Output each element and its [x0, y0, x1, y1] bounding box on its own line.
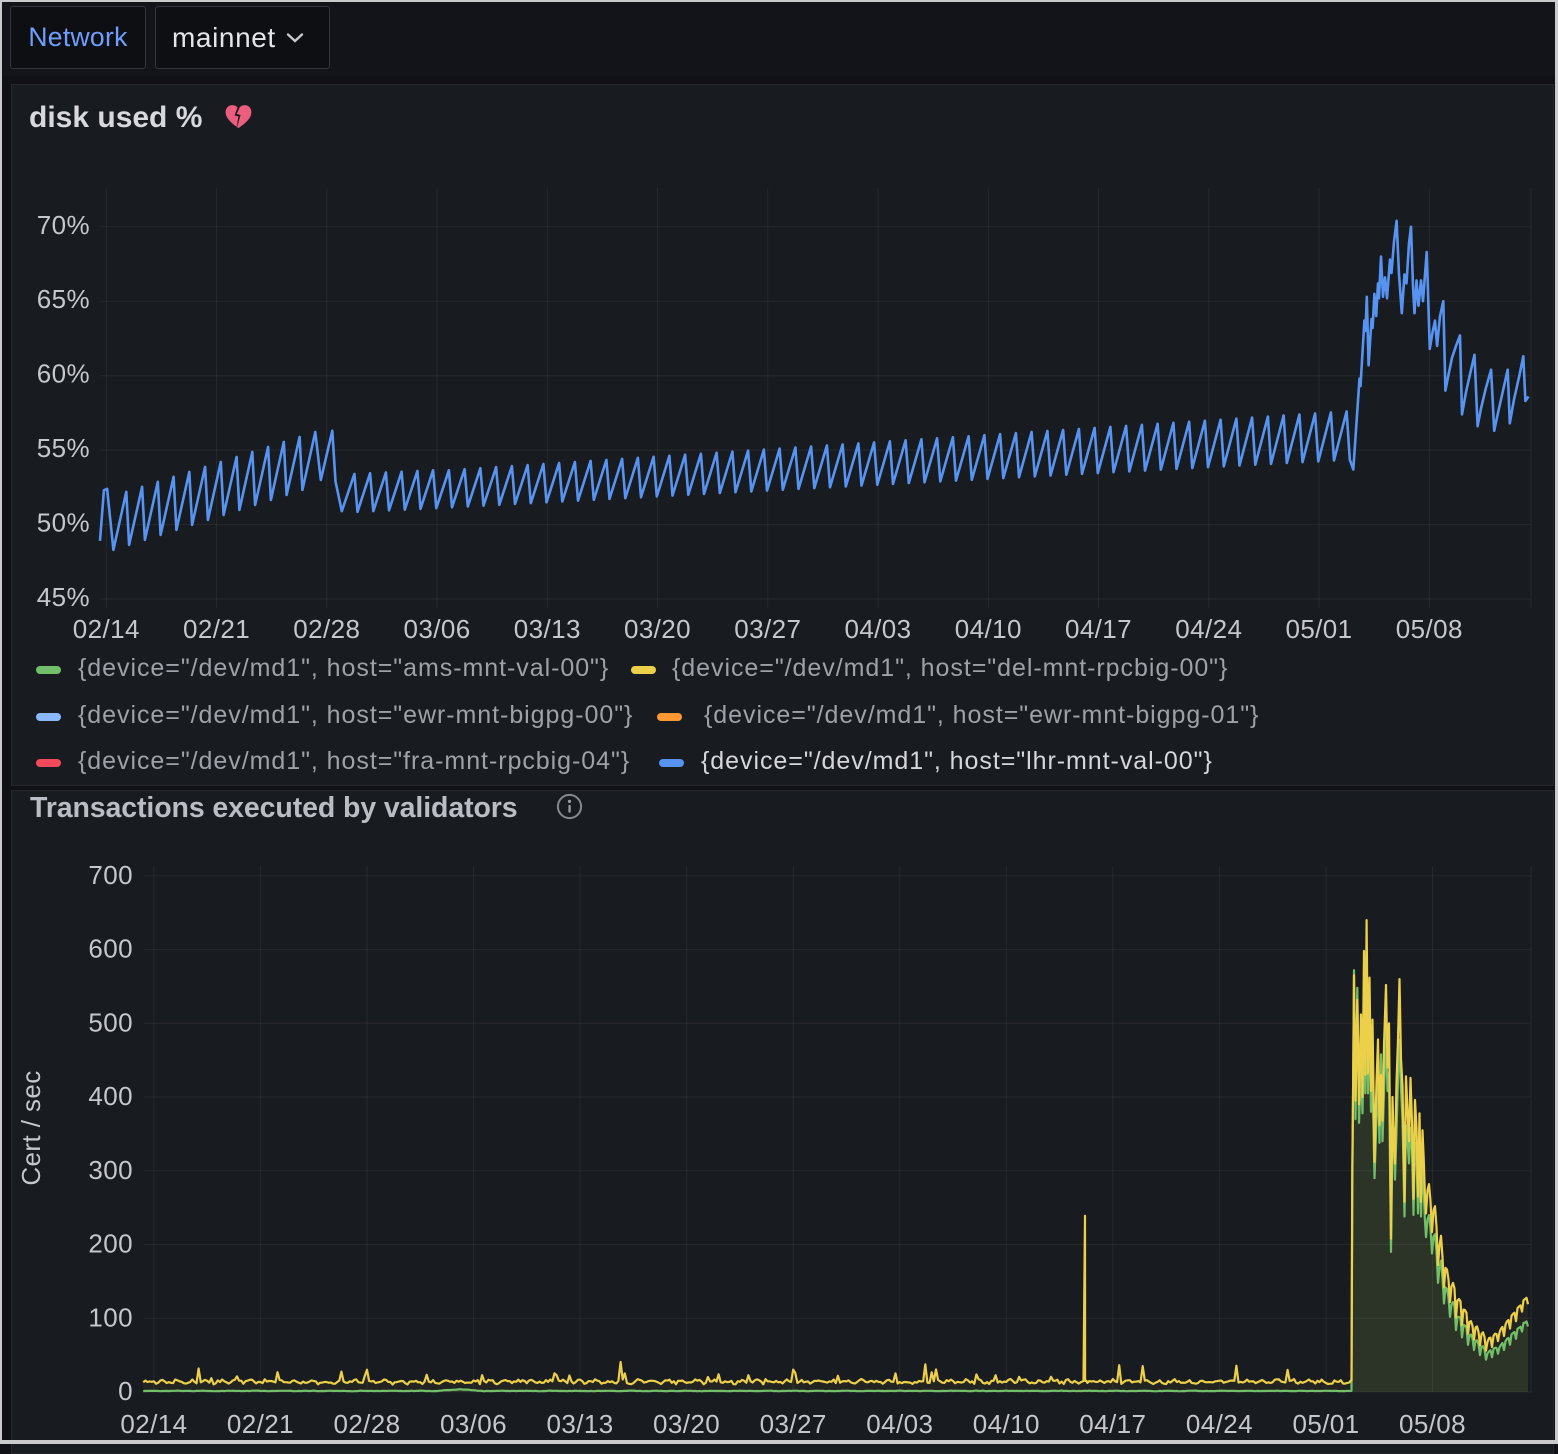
svg-text:04/03: 04/03: [844, 614, 911, 644]
svg-text:400: 400: [88, 1081, 133, 1111]
svg-text:03/20: 03/20: [624, 614, 691, 644]
svg-text:05/08: 05/08: [1396, 614, 1463, 644]
svg-text:02/28: 02/28: [293, 614, 360, 644]
svg-text:300: 300: [88, 1155, 133, 1185]
svg-text:700: 700: [88, 860, 133, 890]
svg-text:05/01: 05/01: [1292, 1409, 1359, 1439]
svg-text:0: 0: [118, 1376, 133, 1406]
svg-text:200: 200: [88, 1229, 133, 1259]
svg-text:04/17: 04/17: [1079, 1409, 1146, 1439]
svg-text:03/27: 03/27: [760, 1409, 827, 1439]
svg-text:Cert / sec: Cert / sec: [16, 1070, 46, 1185]
svg-text:04/03: 04/03: [866, 1409, 933, 1439]
svg-text:03/06: 03/06: [404, 614, 471, 644]
svg-text:04/24: 04/24: [1186, 1409, 1253, 1439]
svg-text:02/14: 02/14: [120, 1409, 187, 1439]
svg-text:45%: 45%: [37, 582, 90, 612]
svg-text:500: 500: [88, 1007, 133, 1037]
svg-text:04/17: 04/17: [1065, 614, 1132, 644]
svg-text:60%: 60%: [37, 359, 90, 389]
svg-text:04/10: 04/10: [955, 614, 1022, 644]
svg-text:100: 100: [88, 1302, 133, 1332]
svg-text:04/10: 04/10: [973, 1409, 1040, 1439]
svg-text:55%: 55%: [37, 433, 90, 463]
svg-text:02/21: 02/21: [183, 614, 250, 644]
svg-text:03/27: 03/27: [734, 614, 801, 644]
svg-text:50%: 50%: [37, 508, 90, 538]
svg-text:600: 600: [88, 934, 133, 964]
svg-text:05/08: 05/08: [1399, 1409, 1466, 1439]
svg-text:02/28: 02/28: [333, 1409, 400, 1439]
svg-text:02/14: 02/14: [73, 614, 140, 644]
svg-text:65%: 65%: [37, 284, 90, 314]
svg-text:03/13: 03/13: [547, 1409, 614, 1439]
svg-text:70%: 70%: [37, 210, 90, 240]
svg-text:03/06: 03/06: [440, 1409, 507, 1439]
svg-text:03/13: 03/13: [514, 614, 581, 644]
svg-text:02/21: 02/21: [227, 1409, 294, 1439]
svg-text:03/20: 03/20: [653, 1409, 720, 1439]
svg-text:05/01: 05/01: [1285, 614, 1352, 644]
svg-text:04/24: 04/24: [1175, 614, 1242, 644]
